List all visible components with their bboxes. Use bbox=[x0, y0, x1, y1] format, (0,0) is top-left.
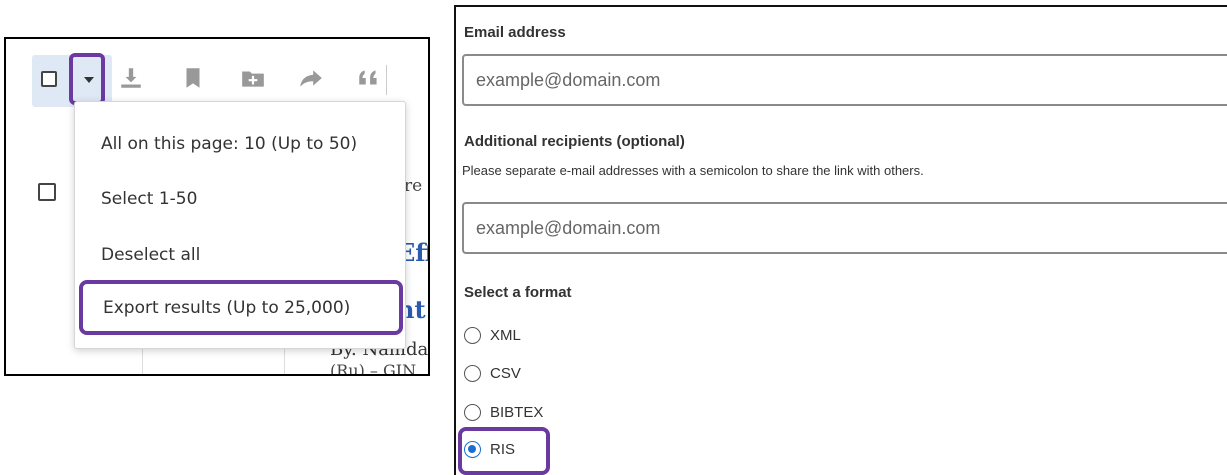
menu-item-select-range[interactable]: Select 1-50 bbox=[101, 189, 197, 209]
result-source-text: (Ru) – GIN bbox=[330, 361, 417, 376]
email-field[interactable] bbox=[462, 54, 1227, 106]
results-toolbar-panel: re Eff nt By. Namda (Ru) – GIN All on th… bbox=[4, 37, 430, 376]
export-highlight: Export results (Up to 25,000) bbox=[79, 280, 403, 335]
menu-item-deselect-all[interactable]: Deselect all bbox=[101, 245, 200, 265]
select-dropdown-menu: All on this page: 10 (Up to 50) Select 1… bbox=[74, 101, 406, 349]
result-row-checkbox[interactable] bbox=[38, 183, 56, 201]
radio-button-selected[interactable] bbox=[464, 441, 481, 458]
share-icon[interactable] bbox=[298, 65, 324, 91]
format-option-label: CSV bbox=[490, 365, 521, 382]
format-option-label: XML bbox=[490, 327, 521, 344]
export-form-panel: Email address Additional recipients (opt… bbox=[454, 5, 1227, 475]
folder-plus-icon[interactable] bbox=[240, 65, 266, 91]
recipients-field[interactable] bbox=[462, 202, 1227, 254]
radio-button[interactable] bbox=[464, 365, 481, 382]
toolbar-divider bbox=[386, 65, 387, 95]
recipients-label: Additional recipients (optional) bbox=[464, 133, 685, 150]
select-dropdown-button[interactable] bbox=[69, 53, 105, 105]
select-all-checkbox[interactable] bbox=[41, 71, 57, 87]
chevron-down-icon bbox=[84, 77, 94, 83]
radio-button[interactable] bbox=[464, 327, 481, 344]
bookmark-icon[interactable] bbox=[180, 65, 206, 91]
recipients-hint: Please separate e-mail addresses with a … bbox=[462, 163, 924, 178]
menu-item-export-results[interactable]: Export results (Up to 25,000) bbox=[103, 298, 350, 318]
download-icon[interactable] bbox=[118, 65, 144, 91]
result-snippet-text: re bbox=[404, 176, 423, 196]
format-label: Select a format bbox=[464, 284, 572, 301]
format-option-label: RIS bbox=[490, 441, 516, 458]
email-label: Email address bbox=[464, 24, 566, 41]
format-option-label: BIBTEX bbox=[490, 404, 544, 421]
radio-button[interactable] bbox=[464, 404, 481, 421]
quote-icon[interactable] bbox=[356, 65, 382, 91]
menu-item-select-page[interactable]: All on this page: 10 (Up to 50) bbox=[101, 134, 357, 154]
